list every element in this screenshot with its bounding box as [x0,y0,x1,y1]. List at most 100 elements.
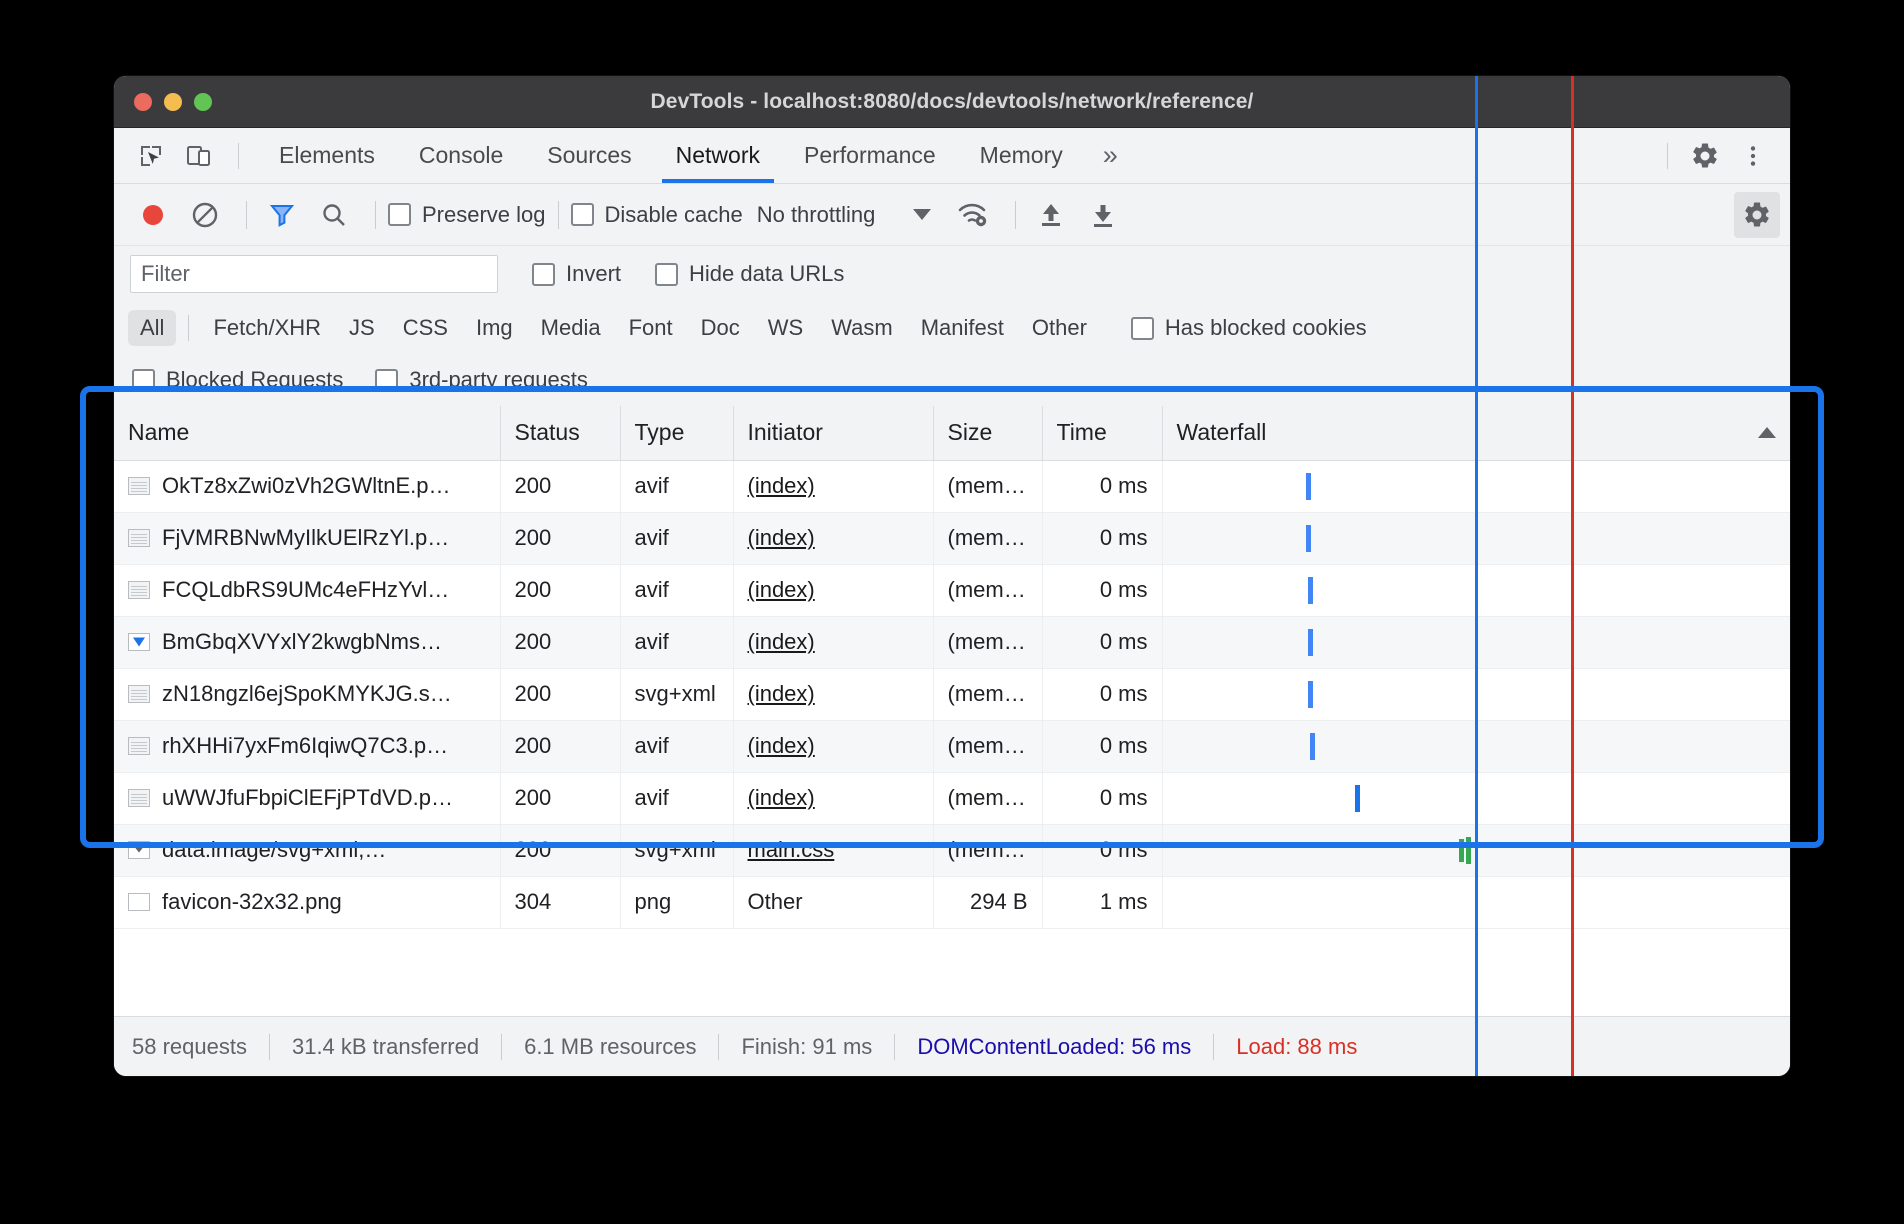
cell-initiator[interactable]: (index) [733,720,933,772]
column-header-status[interactable]: Status [500,406,620,460]
tab-performance[interactable]: Performance [782,128,958,183]
tab-network[interactable]: Network [654,128,782,183]
initiator-link[interactable]: (index) [748,733,815,758]
record-button-icon[interactable] [130,192,176,238]
resources-size: 6.1 MB resources [502,1034,718,1060]
cell-name[interactable]: FCQLdbRS9UMc4eFHzYvl… [114,564,500,616]
initiator-link[interactable]: main.css [748,837,835,862]
tab-elements[interactable]: Elements [257,128,397,183]
kebab-menu-icon[interactable] [1732,135,1774,177]
table-row[interactable]: BmGbqXVYxlY2kwgbNms… 200 avif (index) (m… [114,616,1790,668]
wifi-gear-icon[interactable] [951,192,997,238]
cell-initiator[interactable]: main.css [733,824,933,876]
tab-sources[interactable]: Sources [525,128,653,183]
initiator-link[interactable]: (index) [748,577,815,602]
has-blocked-cookies-checkbox[interactable]: Has blocked cookies [1131,315,1367,341]
cell-time: 0 ms [1042,460,1162,512]
type-filter-css[interactable]: CSS [391,310,460,346]
dom-content-loaded-time: DOMContentLoaded: 56 ms [895,1034,1213,1060]
network-settings-gear-icon[interactable] [1734,192,1780,238]
cell-name[interactable]: data:image/svg+xml,… [114,824,500,876]
type-filter-ws[interactable]: WS [756,310,815,346]
column-header-size[interactable]: Size [933,406,1042,460]
request-name: zN18ngzl6ejSpoKMYKJG.s… [162,681,452,707]
initiator-link[interactable]: (index) [748,785,815,810]
disable-cache-checkbox[interactable]: Disable cache [571,202,743,228]
cell-initiator[interactable]: (index) [733,616,933,668]
cell-type: avif [620,512,733,564]
invert-checkbox[interactable]: Invert [532,261,621,287]
table-row[interactable]: FCQLdbRS9UMc4eFHzYvl… 200 avif (index) (… [114,564,1790,616]
cell-name[interactable]: uWWJfuFbpiClEFjPTdVD.p… [114,772,500,824]
cell-time: 0 ms [1042,564,1162,616]
type-filter-manifest[interactable]: Manifest [909,310,1016,346]
column-header-waterfall[interactable]: Waterfall [1162,406,1790,460]
cell-name[interactable]: favicon-32x32.png [114,876,500,928]
tab-label: Performance [804,142,936,169]
preserve-log-checkbox[interactable]: Preserve log [388,202,546,228]
type-filter-img[interactable]: Img [464,310,525,346]
cell-initiator[interactable]: (index) [733,512,933,564]
download-arrow-icon[interactable] [1080,192,1126,238]
blocked-requests-checkbox[interactable]: Blocked Requests [132,367,343,393]
cell-initiator[interactable]: (index) [733,564,933,616]
type-filter-doc[interactable]: Doc [689,310,752,346]
type-filter-wasm[interactable]: Wasm [819,310,905,346]
initiator-link[interactable]: (index) [748,525,815,550]
requests-table-container[interactable]: Name Status Type Initiator Size Time Wat… [114,406,1790,1016]
column-header-time[interactable]: Time [1042,406,1162,460]
cell-status: 200 [500,512,620,564]
table-row[interactable]: OkTz8xZwi0zVh2GWltnE.p… 200 avif (index)… [114,460,1790,512]
table-row[interactable]: FjVMRBNwMyIlkUElRzYl.p… 200 avif (index)… [114,512,1790,564]
column-header-initiator[interactable]: Initiator [733,406,933,460]
hide-data-urls-checkbox[interactable]: Hide data URLs [655,261,844,287]
table-row[interactable]: favicon-32x32.png 304 png Other 294 B 1 … [114,876,1790,928]
close-window-button[interactable] [134,93,152,111]
requests-table: Name Status Type Initiator Size Time Wat… [114,406,1790,929]
table-row[interactable]: rhXHHi7yxFm6IqiwQ7C3.p… 200 avif (index)… [114,720,1790,772]
type-filter-all[interactable]: All [128,310,176,346]
cell-initiator[interactable]: (index) [733,668,933,720]
inspect-element-icon[interactable] [132,137,170,175]
more-panels-button[interactable]: » [1085,128,1136,183]
upload-arrow-icon[interactable] [1028,192,1074,238]
type-filter-other[interactable]: Other [1020,310,1099,346]
column-header-type[interactable]: Type [620,406,733,460]
gear-icon[interactable] [1684,135,1726,177]
cell-name[interactable]: OkTz8xZwi0zVh2GWltnE.p… [114,460,500,512]
type-filter-js[interactable]: JS [337,310,387,346]
tab-console[interactable]: Console [397,128,525,183]
initiator-link[interactable]: (index) [748,629,815,654]
filter-funnel-icon[interactable] [259,192,305,238]
search-icon[interactable] [311,192,357,238]
initiator-link[interactable]: (index) [748,473,815,498]
type-filter-media[interactable]: Media [529,310,613,346]
table-row[interactable]: zN18ngzl6ejSpoKMYKJG.s… 200 svg+xml (ind… [114,668,1790,720]
cell-name[interactable]: FjVMRBNwMyIlkUElRzYl.p… [114,512,500,564]
type-filter-font[interactable]: Font [617,310,685,346]
third-party-requests-checkbox[interactable]: 3rd-party requests [375,367,588,393]
request-name: BmGbqXVYxlY2kwgbNms… [162,629,442,655]
cell-initiator[interactable]: (index) [733,460,933,512]
cell-time: 0 ms [1042,720,1162,772]
request-name: rhXHHi7yxFm6IqiwQ7C3.p… [162,733,448,759]
device-toolbar-icon[interactable] [180,137,218,175]
cell-initiator[interactable]: (index) [733,772,933,824]
column-header-name[interactable]: Name [114,406,500,460]
maximize-window-button[interactable] [194,93,212,111]
cell-name[interactable]: rhXHHi7yxFm6IqiwQ7C3.p… [114,720,500,772]
cell-name[interactable]: BmGbqXVYxlY2kwgbNms… [114,616,500,668]
throttling-value: No throttling [757,202,876,228]
filter-input[interactable] [130,255,498,293]
table-row[interactable]: uWWJfuFbpiClEFjPTdVD.p… 200 avif (index)… [114,772,1790,824]
cell-name[interactable]: zN18ngzl6ejSpoKMYKJG.s… [114,668,500,720]
tab-memory[interactable]: Memory [958,128,1085,183]
minimize-window-button[interactable] [164,93,182,111]
initiator-link[interactable]: (index) [748,681,815,706]
hide-data-urls-label: Hide data URLs [689,261,844,287]
table-row[interactable]: data:image/svg+xml,… 200 svg+xml main.cs… [114,824,1790,876]
clear-icon[interactable] [182,192,228,238]
throttling-dropdown[interactable]: No throttling [757,202,932,228]
checkbox-box [571,203,594,226]
type-filter-fetch-xhr[interactable]: Fetch/XHR [201,310,333,346]
